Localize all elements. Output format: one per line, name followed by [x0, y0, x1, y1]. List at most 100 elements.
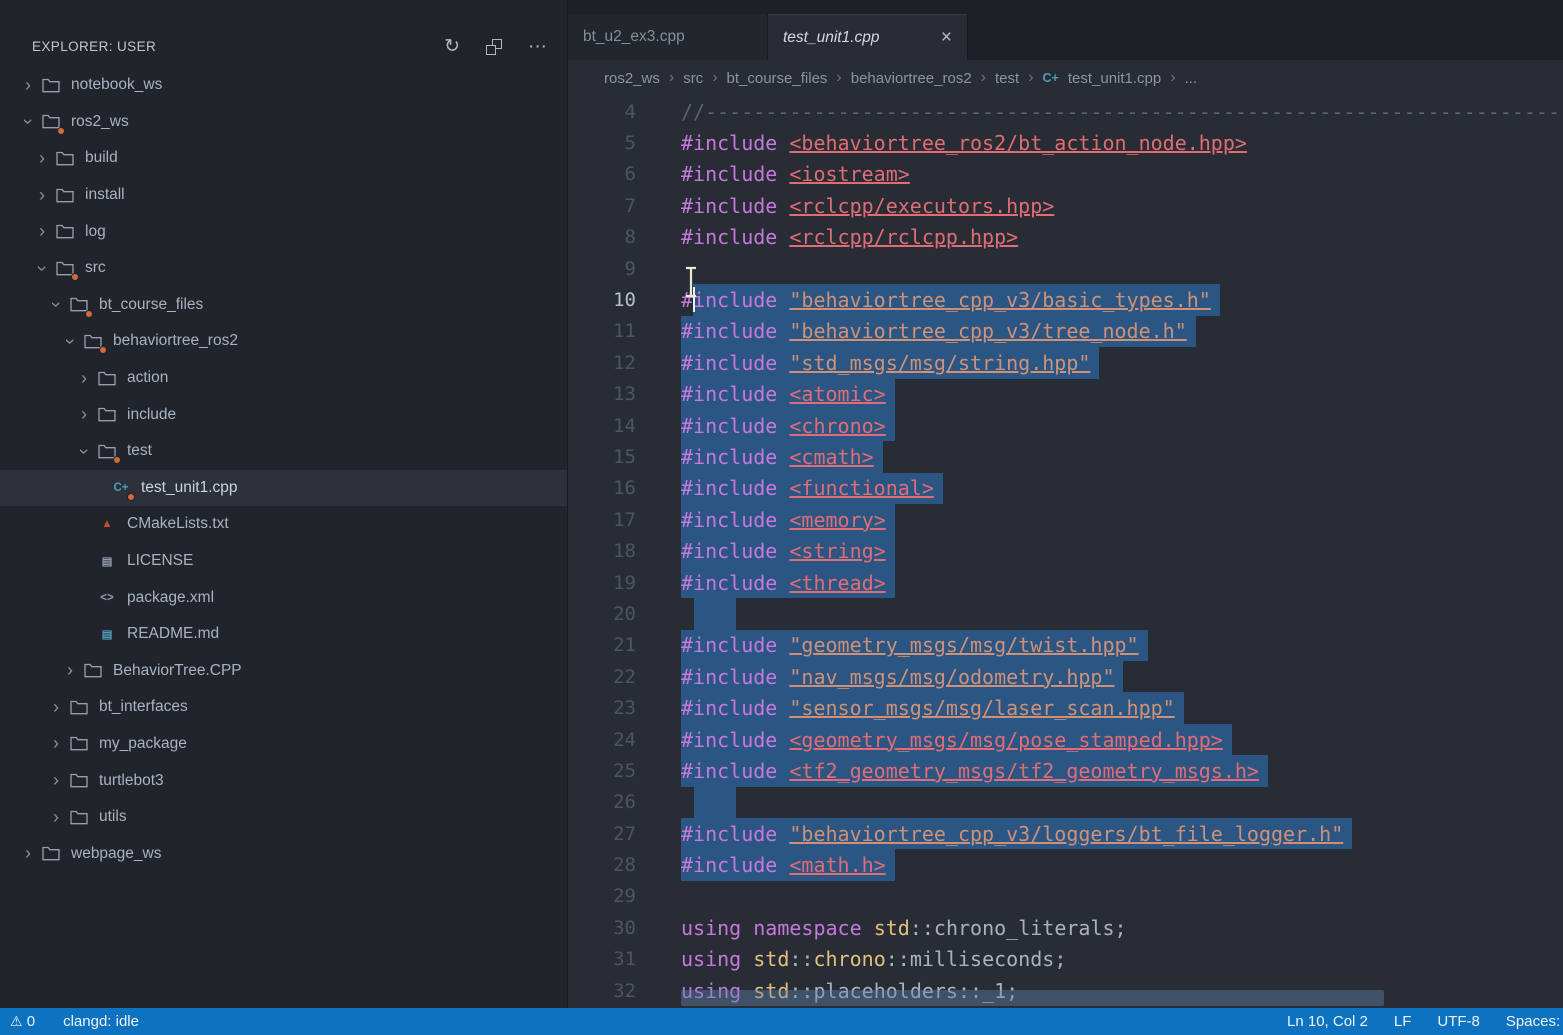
chevron-icon[interactable]: ›: [60, 329, 81, 353]
code-line[interactable]: 16#include <functional>: [568, 473, 1563, 504]
tree-file-package.xml[interactable]: <>package.xml: [0, 579, 567, 616]
chevron-icon[interactable]: ›: [72, 368, 96, 389]
code-line[interactable]: 18#include <string>: [568, 535, 1563, 566]
breadcrumb-item[interactable]: ros2_ws: [604, 70, 660, 87]
indentation-indicator[interactable]: Spaces: 4: [1506, 1013, 1563, 1030]
tree-folder-behaviortree_ros2[interactable]: ›behaviortree_ros2: [0, 323, 567, 360]
code-line[interactable]: 28#include <math.h>: [568, 849, 1563, 880]
tree-folder-bt_course_files[interactable]: ›bt_course_files: [0, 287, 567, 324]
tree-file-LICENSE[interactable]: ▤LICENSE: [0, 543, 567, 580]
tab-test_unit1.cpp[interactable]: test_unit1.cpp×: [768, 14, 968, 60]
chevron-icon[interactable]: ›: [32, 256, 53, 280]
selection: #include <string>: [681, 535, 895, 566]
tree-folder-test[interactable]: ›test: [0, 433, 567, 470]
tree-folder-utils[interactable]: ›utils: [0, 799, 567, 836]
code-line[interactable]: 29: [568, 881, 1563, 912]
code-line[interactable]: 19#include <thread>: [568, 567, 1563, 598]
tree-folder-ros2_ws[interactable]: ›ros2_ws: [0, 104, 567, 141]
chevron-icon[interactable]: ›: [30, 148, 54, 169]
code-line[interactable]: 30using namespace std::chrono_literals;: [568, 912, 1563, 943]
code-line[interactable]: 21#include "geometry_msgs/msg/twist.hpp": [568, 630, 1563, 661]
folder-icon: [68, 733, 90, 755]
breadcrumb-item[interactable]: bt_course_files: [727, 70, 828, 87]
editor-layout-icon[interactable]: [486, 39, 502, 55]
problems-indicator[interactable]: ⚠ 0: [10, 1013, 35, 1030]
code-line[interactable]: 7#include <rclcpp/executors.hpp>: [568, 190, 1563, 221]
breadcrumb-item[interactable]: behaviortree_ros2: [851, 70, 972, 87]
code-line[interactable]: 27#include "behaviortree_cpp_v3/loggers/…: [568, 818, 1563, 849]
breadcrumb-item[interactable]: test: [995, 70, 1019, 87]
chevron-icon[interactable]: ›: [46, 293, 67, 317]
code-line[interactable]: 11#include "behaviortree_cpp_v3/tree_nod…: [568, 316, 1563, 347]
code-line[interactable]: 5#include <behaviortree_ros2/bt_action_n…: [568, 127, 1563, 158]
tree-folder-turtlebot3[interactable]: ›turtlebot3: [0, 762, 567, 799]
chevron-icon[interactable]: ›: [30, 185, 54, 206]
code-line[interactable]: 20: [568, 598, 1563, 629]
chevron-icon[interactable]: ›: [44, 733, 68, 754]
selection: #include <tf2_geometry_msgs/tf2_geometry…: [681, 755, 1268, 786]
code-line[interactable]: 31using std::chrono::milliseconds;: [568, 944, 1563, 975]
code-line[interactable]: 10#include "behaviortree_cpp_v3/basic_ty…: [568, 284, 1563, 315]
tree-folder-BehaviorTree.CPP[interactable]: ›BehaviorTree.CPP: [0, 653, 567, 690]
code-line[interactable]: 13#include <atomic>: [568, 379, 1563, 410]
tree-file-README.md[interactable]: ▤README.md: [0, 616, 567, 653]
chevron-icon[interactable]: ›: [18, 110, 39, 134]
chevron-icon[interactable]: ›: [44, 770, 68, 791]
horizontal-scrollbar[interactable]: [681, 990, 1384, 1006]
code-line[interactable]: 15#include <cmath>: [568, 441, 1563, 472]
code-line[interactable]: 9: [568, 253, 1563, 284]
code-line[interactable]: 6#include <iostream>: [568, 159, 1563, 190]
code-token: [777, 853, 789, 877]
code-line[interactable]: 25#include <tf2_geometry_msgs/tf2_geomet…: [568, 755, 1563, 786]
code-line[interactable]: 22#include "nav_msgs/msg/odometry.hpp": [568, 661, 1563, 692]
chevron-icon[interactable]: ›: [16, 75, 40, 96]
code-line[interactable]: 26: [568, 787, 1563, 818]
chevron-icon[interactable]: ›: [16, 843, 40, 864]
encoding-indicator[interactable]: UTF-8: [1437, 1013, 1480, 1030]
cursor-position[interactable]: Ln 10, Col 2: [1287, 1013, 1368, 1030]
breadcrumb-item[interactable]: test_unit1.cpp: [1068, 70, 1161, 87]
code-line[interactable]: 17#include <memory>: [568, 504, 1563, 535]
chevron-icon[interactable]: ›: [44, 697, 68, 718]
line-number: 22: [568, 666, 636, 688]
code-line[interactable]: 23#include "sensor_msgs/msg/laser_scan.h…: [568, 692, 1563, 723]
tree-folder-install[interactable]: ›install: [0, 177, 567, 214]
chevron-icon[interactable]: ›: [74, 439, 95, 463]
code-text: #include <memory>: [681, 504, 895, 535]
code-text: #include <functional>: [681, 473, 943, 504]
chevron-icon[interactable]: ›: [58, 660, 82, 681]
tree-file-CMakeLists.txt[interactable]: ▲CMakeLists.txt: [0, 506, 567, 543]
tree-folder-my_package[interactable]: ›my_package: [0, 726, 567, 763]
chevron-icon[interactable]: ›: [44, 807, 68, 828]
tree-folder-build[interactable]: ›build: [0, 140, 567, 177]
folder-icon: [40, 843, 62, 865]
code-line[interactable]: 4//-------------------------------------…: [568, 96, 1563, 127]
tab-bt_u2_ex3.cpp[interactable]: bt_u2_ex3.cpp: [568, 14, 768, 60]
close-icon[interactable]: ×: [938, 27, 955, 49]
tree-file-test_unit1.cpp[interactable]: C+test_unit1.cpp: [0, 470, 567, 507]
chevron-icon[interactable]: ›: [30, 221, 54, 242]
breadcrumb-item[interactable]: src: [683, 70, 703, 87]
clangd-status[interactable]: clangd: idle: [63, 1013, 139, 1030]
breadcrumb-item[interactable]: ...: [1185, 70, 1198, 87]
code-line[interactable]: 24#include <geometry_msgs/msg/pose_stamp…: [568, 724, 1563, 755]
file-type-glyph: C+: [113, 482, 128, 494]
more-actions-icon[interactable]: ···: [528, 37, 547, 56]
code-token: <thread>: [789, 571, 885, 595]
code-line[interactable]: 12#include "std_msgs/msg/string.hpp": [568, 347, 1563, 378]
tree-folder-action[interactable]: ›action: [0, 360, 567, 397]
status-right: Ln 10, Col 2 LF UTF-8 Spaces: 4: [1287, 1008, 1563, 1035]
refresh-icon[interactable]: ↻: [444, 37, 460, 56]
code-line[interactable]: 14#include <chrono>: [568, 410, 1563, 441]
code-token: <string>: [789, 539, 885, 563]
code-token: #include: [681, 194, 777, 218]
tree-folder-src[interactable]: ›src: [0, 250, 567, 287]
code-line[interactable]: 8#include <rclcpp/rclcpp.hpp>: [568, 222, 1563, 253]
tree-folder-webpage_ws[interactable]: ›webpage_ws: [0, 835, 567, 872]
eol-indicator[interactable]: LF: [1394, 1013, 1412, 1030]
tree-folder-bt_interfaces[interactable]: ›bt_interfaces: [0, 689, 567, 726]
chevron-icon[interactable]: ›: [72, 404, 96, 425]
tree-folder-include[interactable]: ›include: [0, 396, 567, 433]
tree-folder-log[interactable]: ›log: [0, 213, 567, 250]
tree-folder-notebook_ws[interactable]: ›notebook_ws: [0, 67, 567, 104]
